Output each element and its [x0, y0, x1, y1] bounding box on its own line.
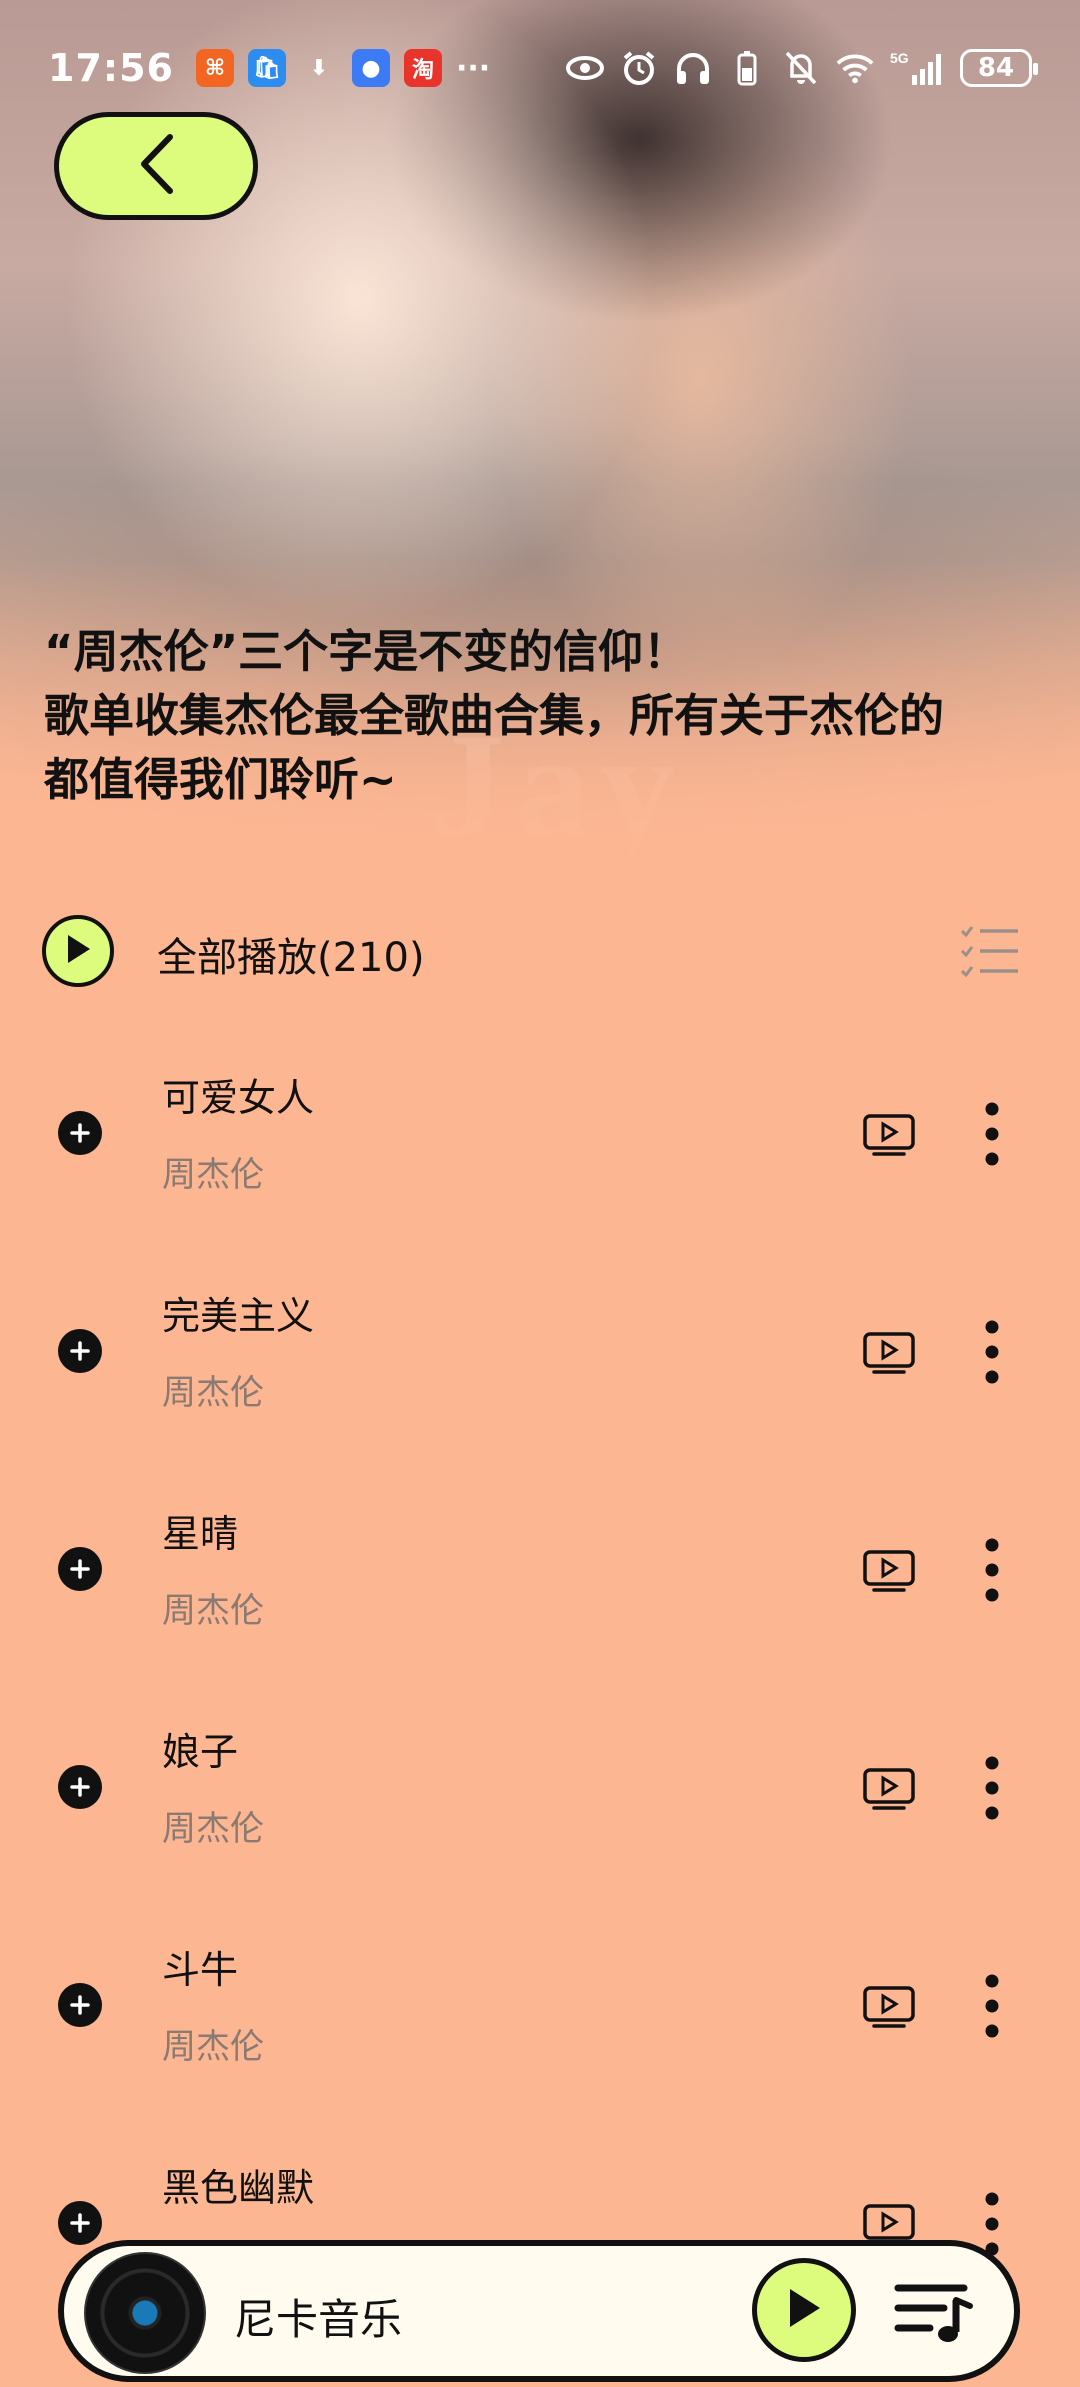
description-line: “周杰伦”三个字是不变的信仰！	[44, 625, 689, 678]
status-bar: 17:56 ⌘ 🛍 ⬇ ● 淘 ··· 5G 84	[0, 38, 1080, 98]
multi-select-icon[interactable]	[960, 923, 1020, 979]
more-options-icon[interactable]	[972, 1973, 1012, 2039]
description-line: 都值得我们聆听~	[44, 753, 397, 806]
song-title[interactable]: 可爱女人	[162, 1067, 314, 1122]
status-more-icon: ···	[455, 50, 491, 86]
app1-icon: ⌘	[195, 49, 234, 87]
add-to-playlist-button[interactable]	[58, 2201, 102, 2245]
headphones-icon	[674, 49, 712, 87]
add-to-playlist-button[interactable]	[58, 1111, 102, 1155]
plus-icon	[70, 1777, 90, 1797]
song-row[interactable]: 完美主义 周杰伦	[0, 1243, 1080, 1461]
play-all-label[interactable]: 全部播放(210)	[157, 925, 425, 983]
status-time: 17:56	[48, 46, 174, 90]
song-title[interactable]: 斗牛	[162, 1939, 238, 1994]
plus-icon	[70, 1123, 90, 1143]
more-options-icon[interactable]	[972, 1101, 1012, 1167]
plus-icon	[70, 1341, 90, 1361]
add-to-playlist-button[interactable]	[58, 1983, 102, 2027]
chevron-left-icon	[136, 133, 176, 199]
song-row[interactable]: 娘子 周杰伦	[0, 1679, 1080, 1897]
mv-video-icon[interactable]	[862, 1549, 916, 1593]
mv-video-icon[interactable]	[862, 1331, 916, 1375]
more-options-icon[interactable]	[972, 1537, 1012, 1603]
app4-icon: ●	[351, 49, 390, 87]
mini-player[interactable]: 尼卡音乐	[58, 2240, 1020, 2382]
song-artist: 周杰伦	[162, 2027, 264, 2067]
status-indicators: 5G 84	[566, 49, 1038, 87]
signal-5g-icon: 5G	[890, 49, 944, 87]
song-title[interactable]: 黑色幽默	[162, 2157, 314, 2212]
add-to-playlist-button[interactable]	[58, 1547, 102, 1591]
album-disc-icon[interactable]	[84, 2252, 206, 2374]
plus-icon	[70, 1995, 90, 2015]
wifi-icon	[836, 49, 874, 87]
eye-icon	[566, 49, 604, 87]
app-store-icon: 🛍	[247, 49, 286, 87]
alarm-icon	[620, 49, 658, 87]
mv-video-icon[interactable]	[862, 1113, 916, 1157]
player-play-button[interactable]	[752, 2258, 856, 2362]
add-to-playlist-button[interactable]	[58, 1765, 102, 1809]
description-line: 歌单收集杰伦最全歌曲合集，所有关于杰伦的	[44, 689, 945, 742]
song-row[interactable]: 星晴 周杰伦	[0, 1461, 1080, 1679]
mv-video-icon[interactable]	[862, 1767, 916, 1811]
play-all-button[interactable]	[42, 915, 114, 987]
mv-video-icon[interactable]	[862, 1985, 916, 2029]
song-title[interactable]: 星晴	[162, 1503, 238, 1558]
taobao-icon: 淘	[403, 49, 442, 87]
battery-indicator: 84	[960, 49, 1038, 87]
play-all-row[interactable]: 全部播放(210)	[0, 905, 1080, 995]
download-icon: ⬇	[309, 55, 329, 81]
back-button[interactable]	[54, 112, 258, 220]
song-row[interactable]: 斗牛 周杰伦	[0, 1897, 1080, 2115]
song-artist: 周杰伦	[162, 1373, 264, 1413]
song-title[interactable]: 完美主义	[162, 1285, 314, 1340]
playlist-queue-icon[interactable]	[894, 2278, 974, 2348]
add-to-playlist-button[interactable]	[58, 1329, 102, 1373]
song-artist: 周杰伦	[162, 1155, 264, 1195]
song-artist: 周杰伦	[162, 1591, 264, 1631]
play-icon	[64, 933, 92, 969]
battery-saver-icon	[728, 49, 766, 87]
playlist-description: “周杰伦”三个字是不变的信仰！ 歌单收集杰伦最全歌曲合集，所有关于杰伦的 都值得…	[44, 620, 1044, 812]
more-options-icon[interactable]	[972, 1755, 1012, 1821]
play-icon	[784, 2286, 824, 2334]
now-playing-title[interactable]: 尼卡音乐	[234, 2286, 402, 2347]
plus-icon	[70, 1559, 90, 1579]
status-app-icons: ⌘ 🛍 ⬇ ● 淘	[195, 49, 442, 87]
svg-text:5G: 5G	[890, 50, 909, 66]
song-artist: 周杰伦	[162, 1809, 264, 1849]
song-row[interactable]: 可爱女人 周杰伦	[0, 1025, 1080, 1243]
more-options-icon[interactable]	[972, 1319, 1012, 1385]
plus-icon	[70, 2213, 90, 2233]
song-title[interactable]: 娘子	[162, 1721, 238, 1776]
mute-icon	[782, 49, 820, 87]
